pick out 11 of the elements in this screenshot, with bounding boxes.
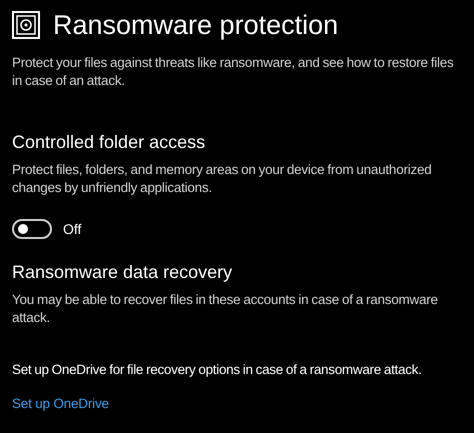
section-description: Protect files, folders, and memory areas on your device from unauthorized changes by unfriendly applications. bbox=[12, 161, 432, 197]
toggle-label: Off bbox=[63, 221, 82, 237]
page-title: Ransomware protection bbox=[53, 9, 338, 42]
section-heading: Ransomware data recovery bbox=[12, 261, 234, 284]
section-heading: Controlled folder access bbox=[12, 131, 206, 154]
page-description: Protect your files against threats like ransomware, and see how to restore files in case of an attack. bbox=[12, 54, 454, 90]
setup-onedrive-link[interactable]: Set up OneDrive bbox=[12, 396, 109, 411]
notice-text: Set up OneDrive for file recovery options in case of a ransomware attack. bbox=[12, 361, 423, 379]
toggle-switch[interactable] bbox=[12, 219, 52, 239]
section-description: You may be able to recover files in these accounts in case of a ransomware attack. bbox=[12, 291, 439, 327]
vault-icon bbox=[12, 11, 40, 39]
